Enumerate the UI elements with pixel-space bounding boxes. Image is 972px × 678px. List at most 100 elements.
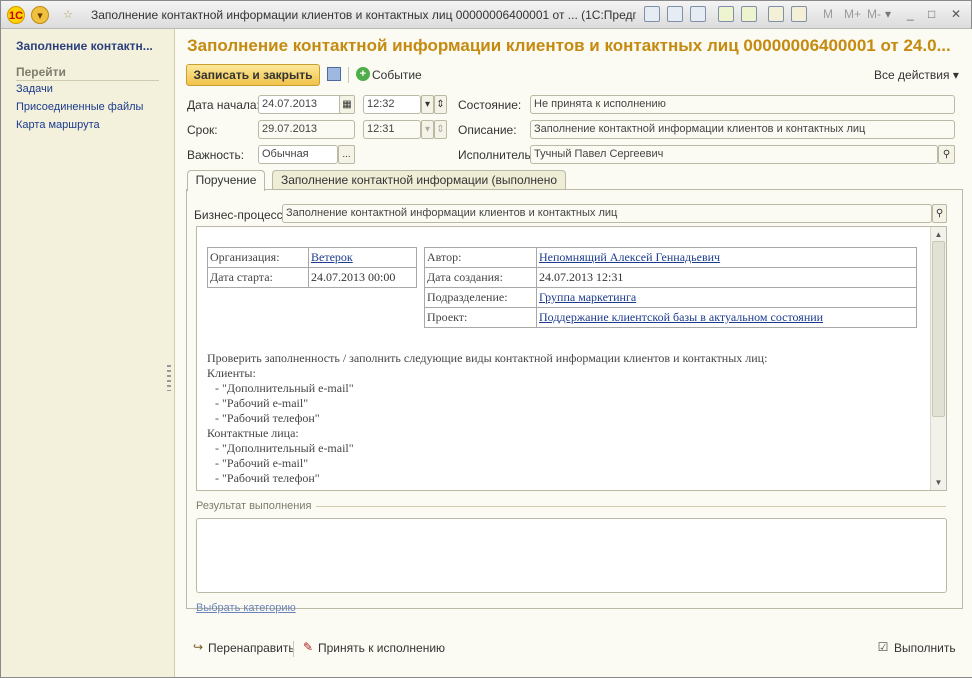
toolbar-separator — [293, 641, 294, 657]
business-process-field[interactable]: Заполнение контактной информации клиенто… — [282, 204, 932, 223]
form-title: Заполнение контактной информации клиенто… — [187, 36, 951, 55]
favorites-star-icon[interactable]: ☆ — [59, 6, 77, 24]
toolbar-separator — [348, 67, 349, 83]
add-favorite-icon[interactable] — [718, 6, 734, 22]
task-form: Заполнение контактной информации клиенто… — [176, 29, 972, 677]
search-icon[interactable]: ⚲ — [938, 145, 955, 164]
body-text-line: - "Дополнительный e-mail" — [215, 381, 354, 395]
memory-plus-button[interactable]: M+ — [844, 7, 861, 21]
calculator-icon[interactable] — [768, 6, 784, 22]
scroll-up-icon[interactable]: ▲ — [933, 229, 944, 240]
importance-field[interactable]: Обычная — [258, 145, 338, 164]
table-row: Подразделение: Группа маркетинга — [424, 287, 917, 308]
executor-label: Исполнитель: — [458, 148, 535, 162]
chevron-down-icon: ▾ — [952, 68, 959, 82]
app-window: 1С ▾ ☆ Заполнение контактной информации … — [0, 0, 972, 678]
start-time-field[interactable]: 12:32 — [363, 95, 421, 114]
tab-assignment[interactable]: Поручение — [187, 170, 265, 191]
redirect-button[interactable]: Перенаправить — [208, 641, 295, 655]
executor-field[interactable]: Тучный Павел Сергеевич — [530, 145, 938, 164]
all-actions-menu[interactable]: Все действия ▾ — [874, 68, 959, 82]
complete-icon[interactable]: ☑ — [876, 640, 890, 654]
table-cell-key: Проект: — [424, 307, 537, 328]
importance-label: Важность: — [187, 148, 245, 162]
add-event-icon[interactable]: + — [356, 67, 370, 81]
body-text-line: Проверить заполненность / заполнить след… — [207, 351, 768, 365]
scroll-thumb[interactable] — [932, 241, 945, 417]
calendar-icon[interactable]: ▦ — [339, 95, 355, 114]
table-cell-key: Подразделение: — [424, 287, 537, 308]
panel-resize-grip[interactable] — [167, 365, 171, 391]
info-table-left: Организация: Ветерок Дата старта: 24.07.… — [207, 247, 417, 288]
scroll-down-icon[interactable]: ▼ — [933, 477, 944, 488]
window-title: Заполнение контактной информации клиенто… — [91, 8, 636, 22]
department-link[interactable]: Группа маркетинга — [539, 290, 636, 304]
print-icon[interactable] — [667, 6, 683, 22]
due-date-label: Срок: — [187, 123, 218, 137]
due-date-field[interactable]: 29.07.2013 — [258, 120, 355, 139]
tab-contact-info[interactable]: Заполнение контактной информации (выполн… — [272, 170, 566, 206]
table-cell-value: 24.07.2013 00:00 — [308, 267, 417, 288]
due-time-field[interactable]: 12:31 — [363, 120, 421, 139]
description-field[interactable]: Заполнение контактной информации клиенто… — [530, 120, 955, 139]
memory-m-button[interactable]: M — [823, 7, 833, 21]
more-icon[interactable]: ▾ — [885, 7, 891, 21]
nav-item-tasks[interactable]: Задачи — [16, 83, 53, 95]
table-cell-value: Ветерок — [308, 247, 417, 268]
state-label: Состояние: — [458, 98, 522, 112]
memory-minus-button[interactable]: M- — [867, 7, 881, 21]
result-section-label: Результат выполнения — [196, 500, 312, 512]
maximize-icon[interactable]: □ — [928, 7, 935, 21]
time-spin-icon[interactable]: ⇕ — [434, 120, 447, 139]
project-link[interactable]: Поддержание клиентской базы в актуальном… — [539, 310, 823, 324]
event-button[interactable]: Событие — [372, 68, 422, 82]
body-text-line: - "Рабочий телефон" — [215, 471, 320, 485]
vertical-scrollbar[interactable]: ▲ ▼ — [930, 227, 946, 490]
body-text-line: Контактные лица: — [207, 426, 299, 440]
state-field: Не принята к исполнению — [530, 95, 955, 114]
accept-button[interactable]: Принять к исполнению — [318, 641, 445, 655]
preview-icon[interactable] — [690, 6, 706, 22]
table-cell-key: Дата создания: — [424, 267, 537, 288]
table-cell-key: Организация: — [207, 247, 309, 268]
complete-button[interactable]: Выполнить — [894, 641, 956, 655]
table-row: Дата старта: 24.07.2013 00:00 — [207, 267, 417, 288]
minimize-icon[interactable]: _ — [907, 7, 914, 21]
nav-item-route-map[interactable]: Карта маршрута — [16, 119, 100, 131]
nav-goto-header: Перейти — [16, 65, 159, 81]
title-bar: 1С ▾ ☆ Заполнение контактной информации … — [1, 1, 971, 29]
table-cell-value: 24.07.2013 12:31 — [536, 267, 917, 288]
save-and-close-button[interactable]: Записать и закрыть — [186, 64, 320, 86]
body-text-line: - "Рабочий e-mail" — [215, 456, 309, 470]
save-icon[interactable] — [327, 67, 341, 81]
main-menu-icon[interactable]: ▾ — [31, 6, 49, 24]
author-link[interactable]: Непомнящий Алексей Геннадьевич — [539, 250, 720, 264]
save-icon[interactable] — [644, 6, 660, 22]
time-dropdown-icon[interactable]: ▾ — [421, 95, 434, 114]
nav-title[interactable]: Заполнение контактн... — [16, 39, 166, 53]
1c-logo-icon[interactable]: 1С — [7, 6, 25, 24]
result-textarea[interactable] — [196, 518, 947, 593]
redirect-icon[interactable]: ↪ — [191, 640, 205, 654]
select-button[interactable]: ... — [338, 145, 355, 164]
time-dropdown-icon[interactable]: ▾ — [421, 120, 434, 139]
calendar-icon[interactable] — [791, 6, 807, 22]
close-icon[interactable]: ✕ — [951, 7, 961, 21]
body-text-line: - "Дополнительный e-mail" — [215, 441, 354, 455]
table-row: Дата создания: 24.07.2013 12:31 — [424, 267, 917, 288]
search-icon[interactable]: ⚲ — [932, 204, 947, 223]
nav-item-attached-files[interactable]: Присоединенные файлы — [16, 101, 143, 113]
navigation-panel: Заполнение контактн... Перейти Задачи Пр… — [1, 29, 175, 677]
select-category-link[interactable]: Выбрать категорию — [196, 602, 296, 614]
start-date-label: Дата начала: — [187, 98, 260, 112]
table-row: Проект: Поддержание клиентской базы в ак… — [424, 307, 917, 328]
organization-link[interactable]: Ветерок — [311, 250, 353, 264]
table-cell-value: Поддержание клиентской базы в актуальном… — [536, 307, 917, 328]
accept-icon[interactable]: ✎ — [301, 640, 315, 654]
table-row: Организация: Ветерок — [207, 247, 417, 268]
task-description-document: Организация: Ветерок Дата старта: 24.07.… — [196, 226, 947, 491]
time-spin-icon[interactable]: ⇕ — [434, 95, 447, 114]
info-table-right: Автор: Непомнящий Алексей Геннадьевич Да… — [424, 247, 917, 328]
description-label: Описание: — [458, 123, 517, 137]
favorites-icon[interactable] — [741, 6, 757, 22]
